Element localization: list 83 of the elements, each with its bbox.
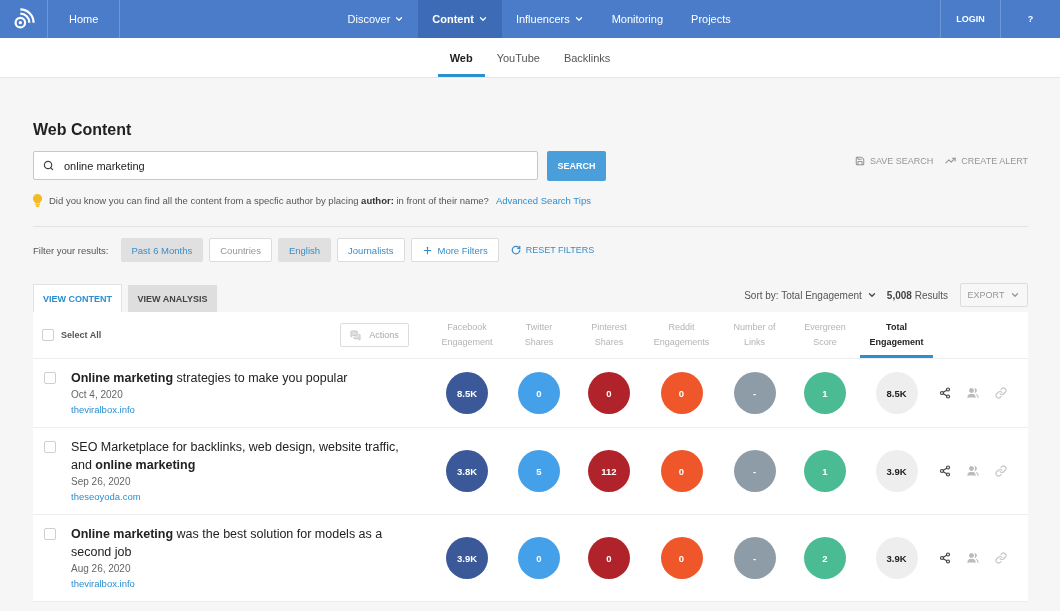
sub-nav-tab[interactable]: Web — [437, 38, 485, 77]
nav-link[interactable]: Discover — [333, 0, 419, 38]
nav-link[interactable]: Influencers — [501, 0, 598, 38]
filter-label: Filter your results: — [33, 244, 109, 256]
sub-nav-tab[interactable]: YouTube — [484, 38, 552, 77]
filter-chip[interactable]: More Filters — [410, 238, 499, 262]
metric-badge: 0 — [588, 537, 630, 579]
users-icon[interactable] — [967, 387, 979, 399]
metric-badge: 8.5K — [875, 372, 918, 414]
checkbox[interactable] — [44, 441, 56, 453]
checkbox[interactable] — [44, 372, 56, 384]
chat-bubbles-icon — [350, 329, 362, 341]
checkbox[interactable] — [42, 329, 54, 341]
nav-link[interactable]: Projects — [677, 0, 745, 38]
nav-link[interactable]: Monitoring — [597, 0, 678, 38]
chevron-down-icon — [866, 290, 877, 300]
sort-dropdown[interactable]: Sort by: Total Engagement — [744, 289, 877, 301]
metric-badge: - — [733, 372, 776, 414]
filter-chip[interactable]: Past 6 Months — [120, 238, 204, 262]
nav-link[interactable]: Content — [418, 0, 502, 38]
view-tab[interactable]: VIEW ANALYSIS — [128, 285, 217, 312]
column-header[interactable]: Twitter Shares — [504, 312, 574, 358]
select-all-label[interactable]: Select All — [61, 330, 102, 340]
share-icon[interactable] — [939, 387, 951, 399]
link-icon[interactable] — [995, 465, 1007, 477]
metric-badge: 0 — [588, 372, 630, 414]
logo-icon[interactable] — [12, 8, 35, 30]
search-icon — [43, 160, 54, 171]
article-date: Sep 26, 2020 — [71, 475, 131, 489]
column-header[interactable]: Total Engagement — [860, 312, 933, 358]
search-field[interactable]: online marketing — [33, 151, 538, 180]
metric-badge: 0 — [518, 372, 560, 414]
metric-badge: 0 — [660, 450, 703, 492]
metric-badge: 0 — [660, 372, 703, 414]
search-tip-text: Did you know you can find all the content from a specfic author by placing author: in front of their name? — [49, 195, 489, 206]
article-domain-link[interactable]: theviralbox.info — [71, 577, 135, 591]
metric-badge: - — [733, 537, 776, 579]
article-date: Aug 26, 2020 — [71, 562, 131, 576]
search-tips-link[interactable]: Advanced Search Tips — [495, 195, 591, 206]
users-icon[interactable] — [967, 465, 979, 477]
metric-badge: 3.9K — [446, 537, 488, 579]
metric-badge: 112 — [588, 450, 630, 492]
metric-badge: 3.8K — [446, 450, 488, 492]
page-title: Web Content — [33, 120, 133, 139]
results-count: 5,008 Results — [886, 289, 948, 301]
metric-badge: 1 — [804, 450, 846, 492]
column-header[interactable]: Pinterest Shares — [574, 312, 644, 358]
chevron-down-icon — [1010, 290, 1021, 300]
column-header[interactable]: Facebook Engagement — [430, 312, 504, 358]
share-icon[interactable] — [939, 552, 951, 564]
metric-badge: 5 — [518, 450, 560, 492]
article-date: Oct 4, 2020 — [71, 388, 123, 402]
plus-icon — [421, 244, 433, 256]
metric-badge: 0 — [660, 537, 703, 579]
reset-filters-button[interactable]: RESET FILTERS — [510, 245, 595, 255]
filter-chip[interactable]: Journalists — [337, 238, 405, 262]
refresh-icon — [510, 245, 521, 255]
filter-chip[interactable]: English — [277, 238, 332, 262]
article-title[interactable]: Online marketing was the best solution for models as a second job — [71, 525, 411, 561]
metric-badge: 3.9K — [875, 537, 918, 579]
sub-nav-tab[interactable]: Backlinks — [551, 38, 623, 77]
view-tab[interactable]: VIEW CONTENT — [33, 284, 122, 312]
link-icon[interactable] — [995, 552, 1007, 564]
checkbox[interactable] — [44, 528, 56, 540]
article-title[interactable]: SEO Marketplace for backlinks, web design, website traffic, and online marketing — [71, 438, 411, 474]
column-header[interactable]: Reddit Engagements — [644, 312, 719, 358]
lightbulb-icon — [33, 194, 42, 207]
share-icon[interactable] — [939, 465, 951, 477]
metric-badge: 8.5K — [446, 372, 488, 414]
trend-line-icon — [945, 155, 957, 166]
column-header[interactable]: Number of Links — [719, 312, 790, 358]
link-icon[interactable] — [995, 387, 1007, 399]
metric-badge: - — [733, 450, 776, 492]
metric-badge: 1 — [804, 372, 846, 414]
metric-badge: 3.9K — [875, 450, 918, 492]
article-title[interactable]: Online marketing strategies to make you popular — [71, 369, 348, 387]
search-button[interactable]: SEARCH — [547, 151, 606, 181]
metric-badge: 2 — [804, 537, 846, 579]
metric-badge: 0 — [518, 537, 560, 579]
article-domain-link[interactable]: theseoyoda.com — [71, 490, 141, 504]
users-icon[interactable] — [967, 552, 979, 564]
article-domain-link[interactable]: theviralbox.info — [71, 403, 135, 417]
column-header[interactable]: Evergreen Score — [790, 312, 860, 358]
